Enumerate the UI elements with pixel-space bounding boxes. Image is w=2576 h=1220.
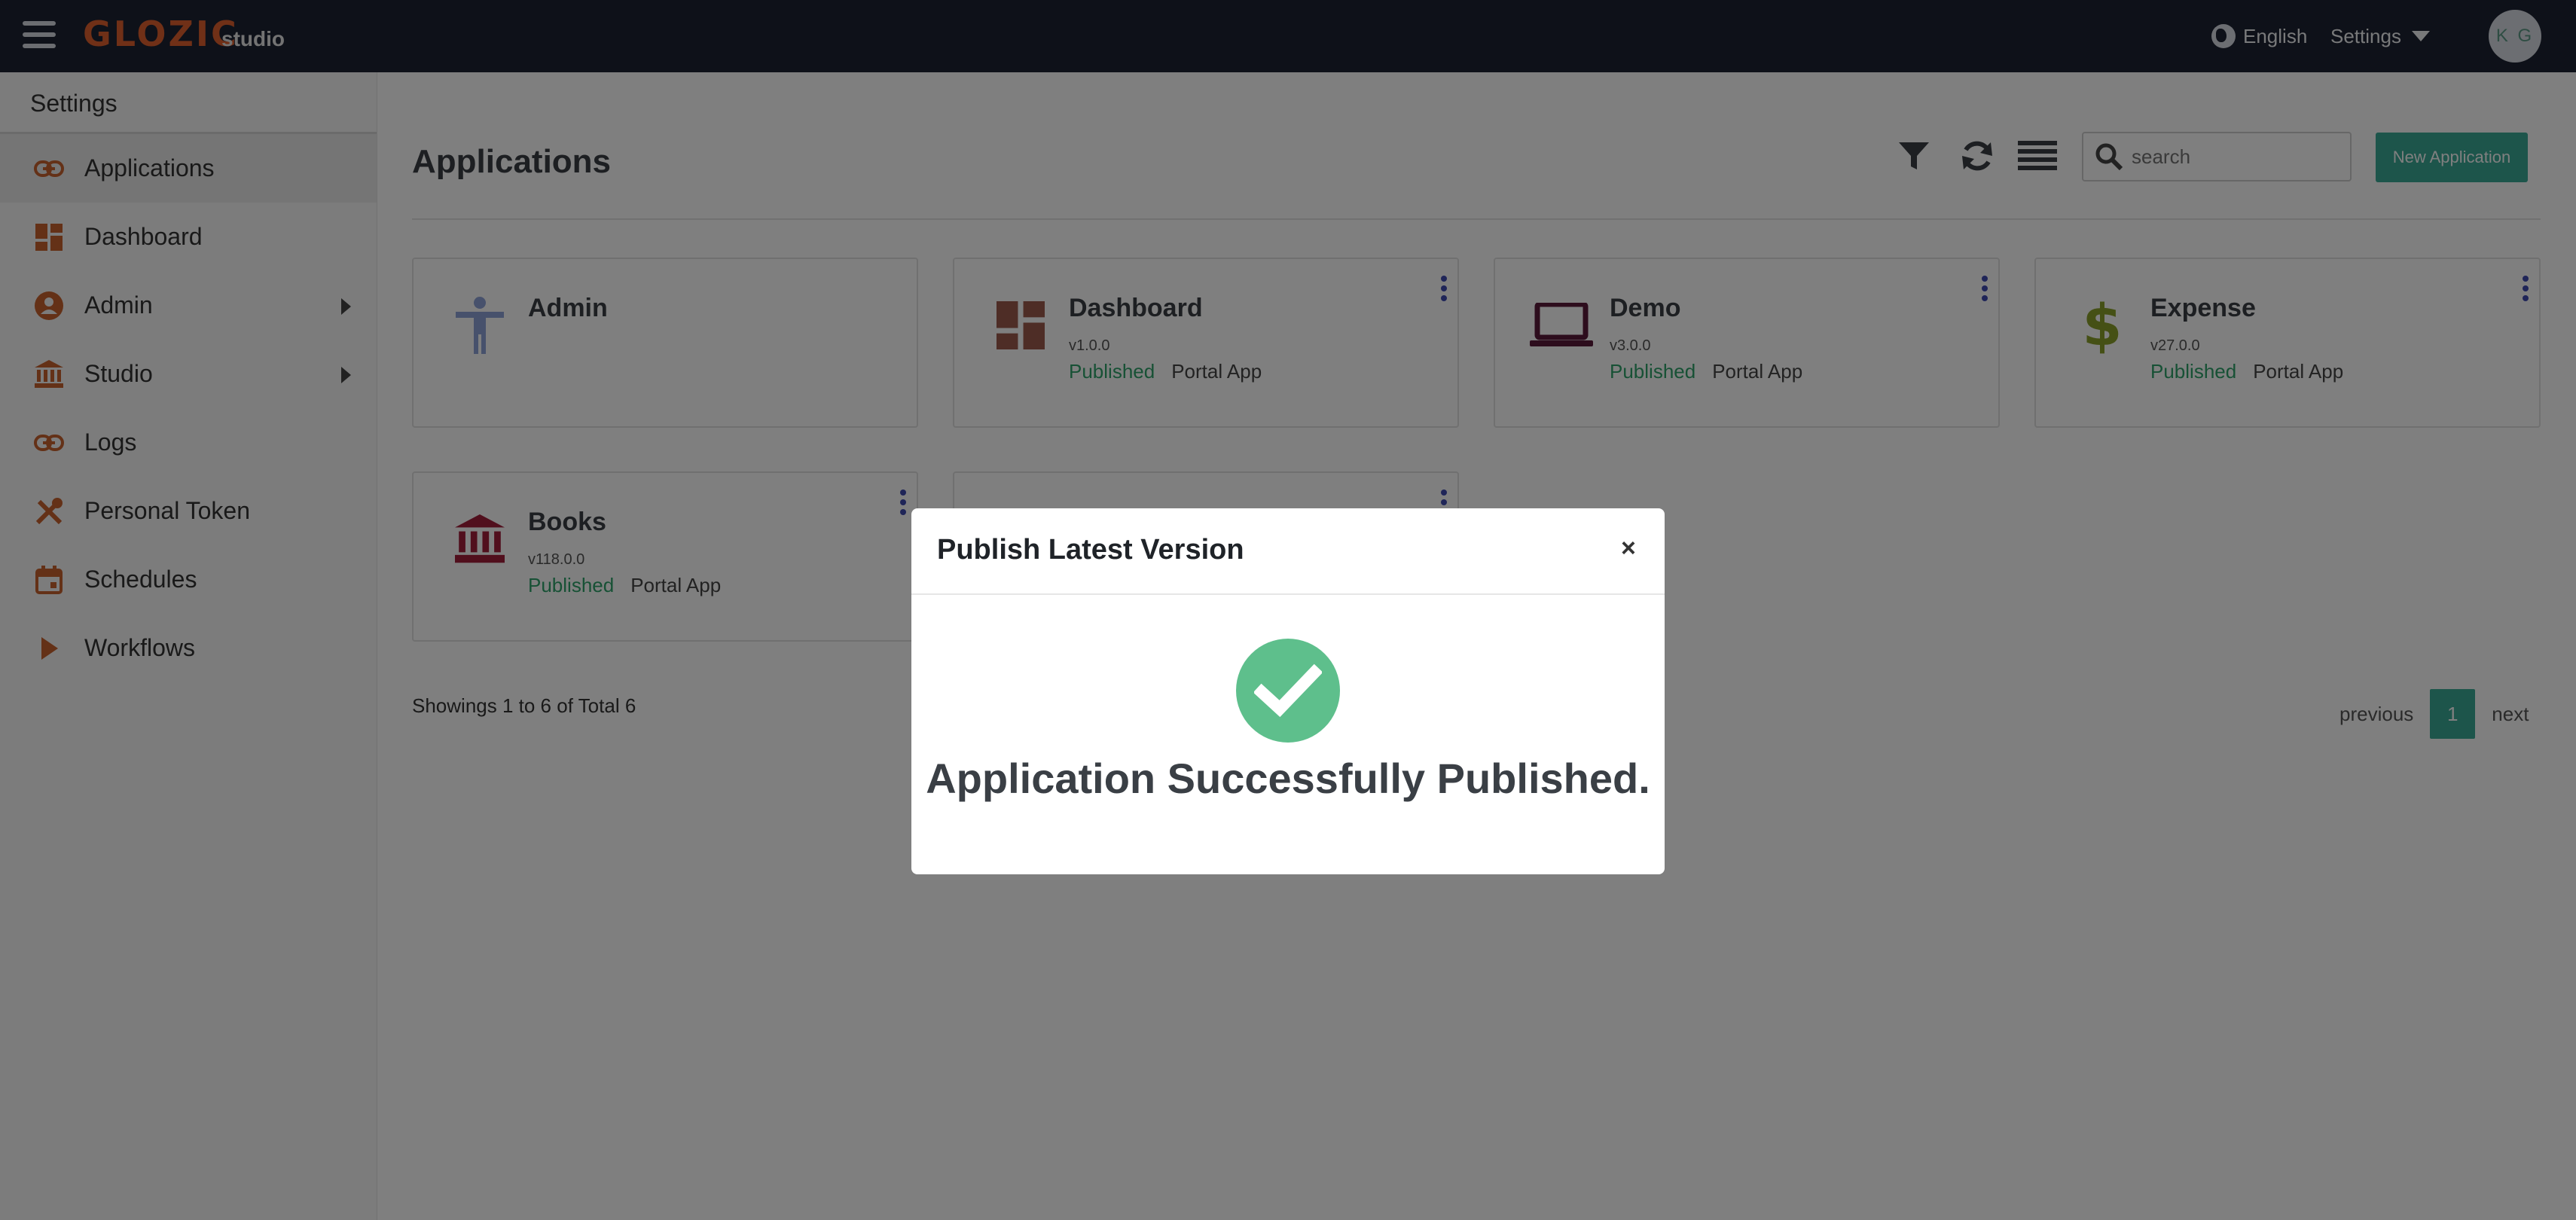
modal-header: Publish Latest Version × (911, 508, 1665, 595)
success-message: Application Successfully Published. (926, 755, 1650, 802)
success-check-icon (1236, 639, 1340, 743)
close-icon[interactable]: × (1621, 535, 1636, 561)
modal-title: Publish Latest Version (937, 534, 1244, 566)
publish-modal: Publish Latest Version × Application Suc… (911, 508, 1665, 874)
